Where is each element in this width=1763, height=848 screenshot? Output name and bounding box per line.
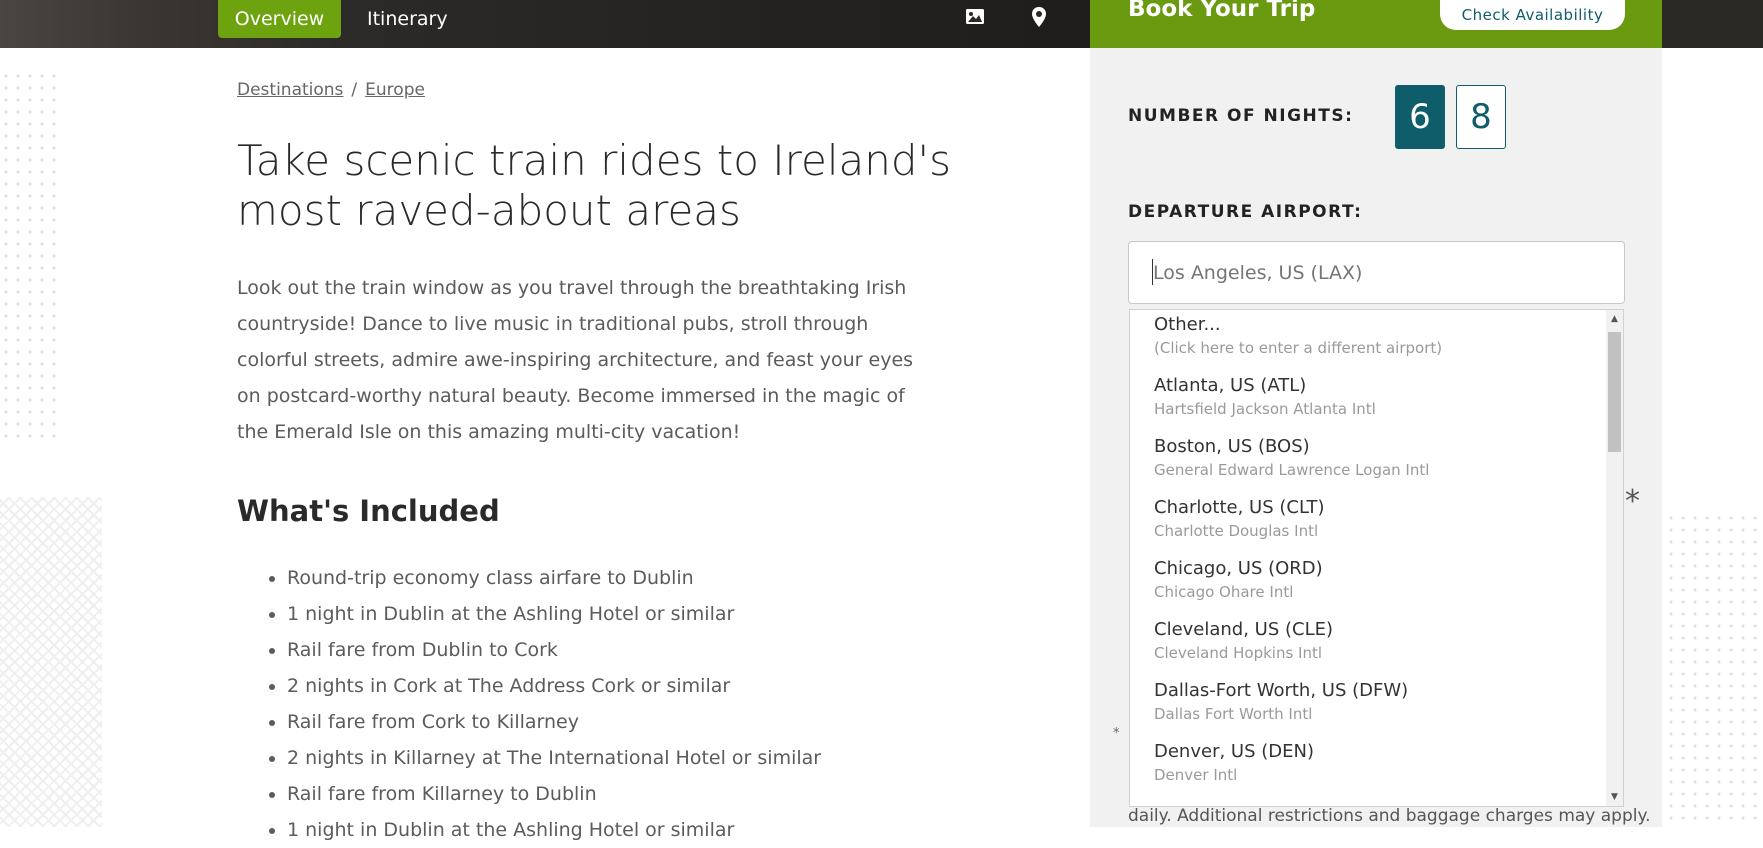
map-pin-icon[interactable] [1026,4,1052,30]
breadcrumb-destinations[interactable]: Destinations [237,80,343,100]
decorative-dot-pattern-right [1665,512,1763,827]
airport-option-name: Dallas-Fort Worth, US (DFW) [1154,680,1409,701]
decorative-zigzag-pattern [0,497,102,827]
intro-paragraph: Look out the train window as you travel … [237,277,914,443]
airport-option-description: Cleveland Hopkins Intl [1154,644,1323,662]
airport-option-cle[interactable]: Cleveland, US (CLE) Cleveland Hopkins In… [1154,619,1333,662]
dropdown-scrollbar[interactable]: ▲ ▼ [1606,310,1623,806]
scroll-down-arrow-icon[interactable]: ▼ [1609,792,1620,802]
airport-option-name: Cleveland, US (CLE) [1154,619,1334,640]
footnote-asterisk: * [1113,726,1120,741]
photo-gallery-icon[interactable] [962,4,988,30]
list-item: 1 night in Dublin at the Ashling Hotel o… [287,812,821,848]
departure-airport-input[interactable] [1128,241,1625,304]
tab-itinerary[interactable]: Itinerary [367,0,448,38]
airport-option-description: Dallas Fort Worth Intl [1154,705,1313,723]
text-caret [1152,259,1153,285]
breadcrumb: Destinations / Europe [237,80,425,100]
breadcrumb-separator: / [351,80,358,100]
airport-option-description: Chicago Ohare Intl [1154,583,1294,601]
airport-option-clt[interactable]: Charlotte, US (CLT) Charlotte Douglas In… [1154,497,1325,540]
breadcrumb-europe[interactable]: Europe [365,80,425,100]
airport-option-atl[interactable]: Atlanta, US (ATL) Hartsfield Jackson Atl… [1154,375,1376,418]
airport-option-name: Charlotte, US (CLT) [1154,497,1325,518]
airport-option-bos[interactable]: Boston, US (BOS) General Edward Lawrence… [1154,436,1429,479]
airport-option-description: Hartsfield Jackson Atlanta Intl [1154,400,1376,418]
airport-option-description: Denver Intl [1154,766,1238,784]
list-item: Round-trip economy class airfare to Dubl… [287,560,821,596]
airport-option-description: (Click here to enter a different airport… [1154,339,1443,357]
booking-title: Book Your Trip [1128,0,1316,22]
nights-label: NUMBER OF NIGHTS: [1128,106,1354,126]
list-item: Rail fare from Cork to Killarney [287,704,821,740]
airport-option-description: Charlotte Douglas Intl [1154,522,1319,540]
nights-option-8[interactable]: 8 [1456,85,1506,149]
airport-option-description: General Edward Lawrence Logan Intl [1154,461,1430,479]
airport-dropdown[interactable]: Other... (Click here to enter a differen… [1129,309,1624,807]
scrollbar-thumb[interactable] [1608,332,1621,452]
airport-option-ord[interactable]: Chicago, US (ORD) Chicago Ohare Intl [1154,558,1323,601]
decorative-dot-pattern [0,70,58,440]
list-item: 2 nights in Killarney at The Internation… [287,740,821,776]
departure-airport-label: DEPARTURE AIRPORT: [1128,202,1363,222]
tab-overview[interactable]: Overview [218,0,341,38]
airport-option-name: Atlanta, US (ATL) [1154,375,1307,396]
included-list: Round-trip economy class airfare to Dubl… [287,560,821,848]
list-item: 1 night in Dublin at the Ashling Hotel o… [287,596,821,632]
page-title: Take scenic train rides to Ireland's mos… [237,136,951,235]
airport-option-name: Denver, US (DEN) [1154,741,1314,762]
check-availability-button[interactable]: Check Availability [1440,0,1625,30]
whats-included-heading: What's Included [237,494,500,528]
airport-option-name: Chicago, US (ORD) [1154,558,1323,579]
required-asterisk: * [1625,484,1640,519]
list-item: Rail fare from Killarney to Dublin [287,776,821,812]
list-item: 2 nights in Cork at The Address Cork or … [287,668,821,704]
airport-option-den[interactable]: Denver, US (DEN) Denver Intl [1154,741,1314,784]
airport-option-other[interactable]: Other... (Click here to enter a differen… [1154,314,1442,357]
booking-footnote: daily. Additional restrictions and bagga… [1128,806,1651,826]
scroll-up-arrow-icon[interactable]: ▲ [1609,314,1620,324]
nights-option-6[interactable]: 6 [1395,85,1445,149]
airport-option-name: Boston, US (BOS) [1154,436,1310,457]
hero-image-strip-right [1662,0,1763,48]
airport-option-dfw[interactable]: Dallas-Fort Worth, US (DFW) Dallas Fort … [1154,680,1408,723]
airport-option-name: Other... [1154,314,1221,335]
list-item: Rail fare from Dublin to Cork [287,632,821,668]
